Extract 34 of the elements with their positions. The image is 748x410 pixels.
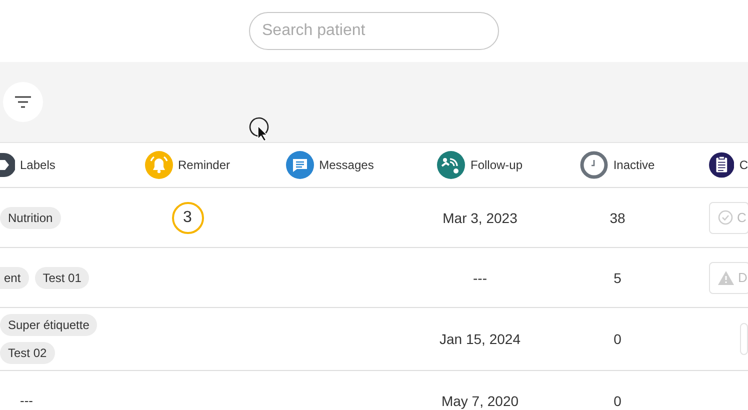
reminder-count: 3 bbox=[172, 202, 204, 234]
filter-button[interactable] bbox=[3, 82, 43, 122]
column-header: C bbox=[739, 158, 748, 172]
table-cell: May 7, 2020 bbox=[441, 392, 519, 408]
column-header: Follow-up bbox=[470, 158, 523, 172]
status-button[interactable] bbox=[740, 323, 748, 355]
people-signal-icon bbox=[437, 151, 466, 179]
status-button[interactable]: C bbox=[709, 202, 748, 234]
table-cell: 38 bbox=[610, 210, 626, 226]
label-chip: Test 01 bbox=[34, 266, 90, 288]
table-cell: 0 bbox=[614, 392, 622, 408]
chat-bubble-icon bbox=[286, 151, 314, 179]
table-cell-text: --- bbox=[19, 393, 33, 408]
warning-icon bbox=[718, 270, 734, 284]
clipboard-icon bbox=[709, 151, 734, 179]
column-header: Messages bbox=[319, 158, 374, 172]
column-header: Reminder bbox=[178, 158, 230, 172]
label-chip: Nutrition bbox=[0, 206, 61, 228]
table-cell: Jan 15, 2024 bbox=[440, 331, 520, 347]
column-header: Labels bbox=[20, 158, 56, 172]
search-field[interactable]: Search patient bbox=[249, 12, 499, 50]
status-button[interactable]: D bbox=[709, 262, 748, 294]
check-circle-icon bbox=[718, 210, 733, 225]
column-header: Inactive bbox=[613, 158, 655, 172]
table-cell: 0 bbox=[614, 331, 622, 347]
bell-icon bbox=[144, 151, 173, 179]
label-chip: Test 02 bbox=[0, 342, 55, 364]
table-cell: 5 bbox=[614, 270, 622, 286]
label-chip: Super étiquette bbox=[0, 314, 98, 336]
table-cell: Mar 3, 2023 bbox=[442, 210, 518, 226]
filter-icon bbox=[15, 96, 31, 108]
clock-icon bbox=[580, 151, 608, 179]
table-cell: --- bbox=[473, 270, 487, 286]
label-chip: ent bbox=[0, 266, 29, 288]
